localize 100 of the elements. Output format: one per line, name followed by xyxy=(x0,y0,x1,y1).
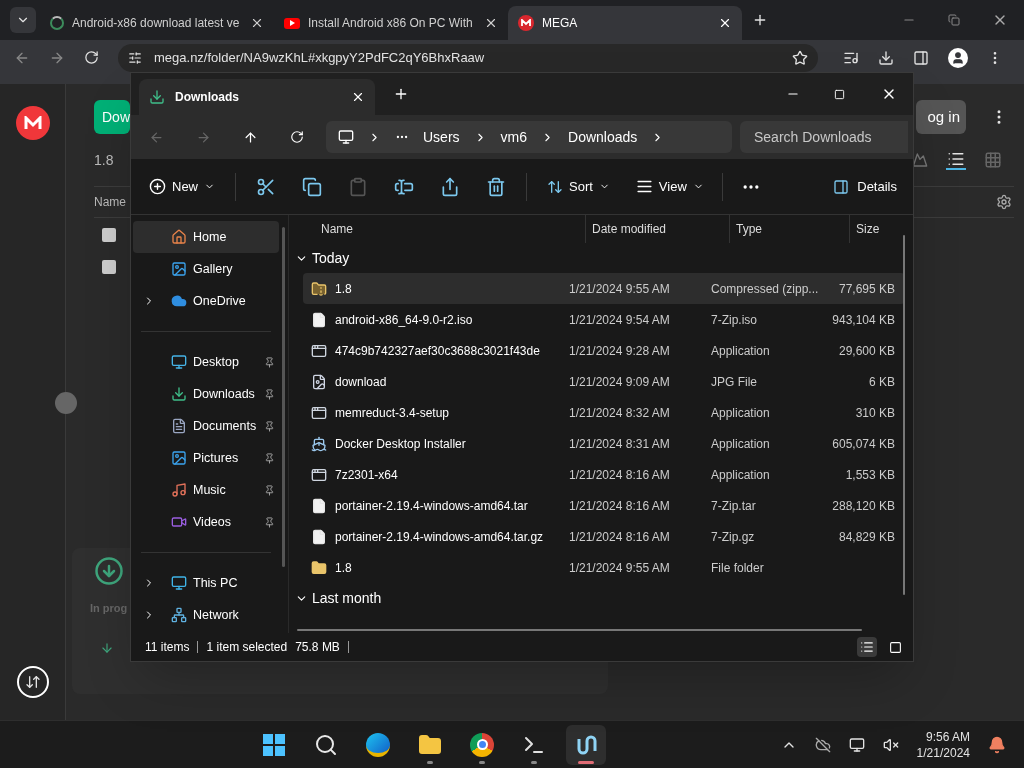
file-row[interactable]: 1.8 1/21/2024 9:55 AM Compressed (zipp... 77,695 KB xyxy=(303,273,905,304)
nav-item[interactable]: Downloads xyxy=(133,378,279,410)
nav-item[interactable]: Pictures xyxy=(133,442,279,474)
up-icon[interactable] xyxy=(243,129,258,145)
new-button[interactable]: New xyxy=(149,176,215,197)
nav-item[interactable]: Music xyxy=(133,474,279,506)
sort-button[interactable]: Sort xyxy=(547,176,610,197)
column-header[interactable]: Date modified xyxy=(585,215,729,243)
nav-item[interactable]: Gallery xyxy=(133,253,279,285)
tab-search-button[interactable] xyxy=(10,7,36,33)
back-icon[interactable] xyxy=(149,129,164,145)
address-bar[interactable]: mega.nz/folder/NA9wzKhL#xkgpyY2PdFC2qY6BhxRaaw xyxy=(118,44,818,72)
pin-icon[interactable] xyxy=(264,420,275,432)
file-row[interactable]: portainer-2.19.4-windows-amd64.tar.gz 1/21/2024 8:16 AM 7-Zip.gz 84,829 KB xyxy=(303,521,905,552)
tab-title: Android-x86 download latest ve xyxy=(72,15,241,32)
column-header[interactable]: Type xyxy=(729,215,849,243)
login-button[interactable]: og in xyxy=(916,100,966,134)
download-icon[interactable] xyxy=(878,50,894,66)
site-settings-icon[interactable] xyxy=(128,51,142,65)
pin-icon[interactable] xyxy=(264,516,275,528)
scissors-icon[interactable] xyxy=(256,176,276,197)
size-cell-text: 77,695 KB xyxy=(837,280,895,298)
pin-icon[interactable] xyxy=(264,356,275,368)
reload-icon[interactable] xyxy=(84,50,99,65)
browser-icon xyxy=(366,732,391,757)
address-bar[interactable]: Users vm6 Downloads xyxy=(326,121,732,153)
file-name: 1.8 xyxy=(335,559,352,577)
settings-icon[interactable] xyxy=(996,194,1012,210)
pin-icon[interactable] xyxy=(264,388,275,400)
search-field[interactable]: Search Downloads xyxy=(740,121,908,153)
forward-icon[interactable] xyxy=(49,50,65,66)
list-view-icon[interactable] xyxy=(946,150,966,170)
close-icon[interactable] xyxy=(351,90,365,104)
browser-tab[interactable]: Install Android x86 On PC With xyxy=(274,6,508,40)
details-button[interactable]: Details xyxy=(833,176,897,197)
nav-item[interactable]: Desktop xyxy=(133,346,279,378)
file-row[interactable]: android-x86_64-9.0-r2.iso 1/21/2024 9:54 AM 7-Zip.iso 943,104 KB xyxy=(303,304,905,335)
taskbar-app-button[interactable] xyxy=(566,724,607,765)
file-row[interactable]: download 1/21/2024 9:09 AM JPG File 6 KB xyxy=(303,366,905,397)
media-icon[interactable] xyxy=(843,50,859,66)
size-cell-text: 6 KB xyxy=(868,373,895,391)
panel-handle-icon[interactable] xyxy=(55,392,77,414)
forward-icon[interactable] xyxy=(196,129,211,145)
item-count: 11 items xyxy=(145,639,190,656)
group-header[interactable]: Last month xyxy=(295,583,913,613)
share-icon[interactable] xyxy=(440,176,460,197)
file-row[interactable]: portainer-2.19.4-windows-amd64.tar 1/21/2024 8:16 AM 7-Zip.tar 288,120 KB xyxy=(303,490,905,521)
file-row[interactable]: Docker Desktop Installer 1/21/2024 8:31 AM Application 605,074 KB xyxy=(303,428,905,459)
maximize-icon[interactable] xyxy=(834,88,845,100)
group-header[interactable]: Today xyxy=(295,243,913,273)
file-row[interactable]: memreduct-3.4-setup 1/21/2024 8:32 AM Application 310 KB xyxy=(303,397,905,428)
clock-time[interactable]: 9:56 AM xyxy=(925,728,970,745)
close-icon[interactable] xyxy=(484,16,498,30)
transfers-icon[interactable] xyxy=(16,666,49,698)
breadcrumb-item[interactable]: Downloads xyxy=(568,126,638,148)
home-icon xyxy=(171,229,187,245)
nav-item[interactable]: Videos xyxy=(133,506,279,538)
file-row[interactable]: 7z2301-x64 1/21/2024 8:16 AM Application 1,553 KB xyxy=(303,459,905,490)
side-panel-icon[interactable] xyxy=(913,50,929,66)
bell-icon[interactable] xyxy=(988,735,1006,754)
file-row[interactable]: 1.8 1/21/2024 9:55 AM File folder xyxy=(303,552,905,583)
pin-icon[interactable] xyxy=(264,484,275,496)
breadcrumb-item[interactable]: vm6 xyxy=(500,126,527,148)
clock-date[interactable]: 1/21/2024 xyxy=(916,744,970,761)
new-tab-icon[interactable] xyxy=(752,12,768,28)
cloud-off-icon[interactable] xyxy=(814,736,831,753)
grid-view-icon[interactable] xyxy=(984,151,1002,169)
view-button[interactable]: View xyxy=(635,176,704,197)
browser-tab[interactable]: MEGA xyxy=(508,6,742,40)
profile-icon[interactable] xyxy=(948,48,968,68)
nav-item[interactable]: This PC xyxy=(133,567,279,599)
breadcrumb-item[interactable]: Users xyxy=(423,126,460,148)
back-icon[interactable] xyxy=(14,50,30,66)
search-icon xyxy=(314,732,339,757)
restore-icon[interactable] xyxy=(948,14,960,26)
muted-speaker-icon[interactable] xyxy=(882,736,899,753)
nav-item[interactable]: Network xyxy=(133,599,279,631)
column-header[interactable]: Name xyxy=(315,215,585,243)
pin-icon[interactable] xyxy=(264,452,275,464)
file-row[interactable]: 474c9b742327aef30c3688c3021f43de 1/21/2024 9:28 AM Application 29,600 KB xyxy=(303,335,905,366)
folder-icon xyxy=(418,732,443,757)
explorer-tab[interactable]: Downloads xyxy=(139,79,375,115)
nav-item[interactable]: OneDrive xyxy=(133,285,279,317)
type-cell-text: Application xyxy=(710,404,771,422)
date-cell-text: 1/21/2024 8:31 AM xyxy=(568,435,671,453)
m-logo-icon[interactable] xyxy=(15,106,50,140)
details-view-icon[interactable] xyxy=(857,637,877,657)
date-cell-text: 1/21/2024 8:16 AM xyxy=(568,466,671,484)
copy-icon[interactable] xyxy=(302,176,322,197)
trash-icon[interactable] xyxy=(486,176,506,197)
nav-item[interactable]: Documents xyxy=(133,410,279,442)
close-icon[interactable] xyxy=(718,16,732,30)
close-icon[interactable] xyxy=(250,16,264,30)
star-icon[interactable] xyxy=(792,50,808,66)
refresh-icon[interactable] xyxy=(290,130,304,144)
network-icon[interactable] xyxy=(848,736,865,753)
nav-item[interactable]: Home xyxy=(133,221,279,253)
thumbnail-view-icon[interactable] xyxy=(912,152,928,168)
new-tab-icon[interactable] xyxy=(393,86,409,102)
browser-tab[interactable]: Android-x86 download latest ve xyxy=(40,6,274,40)
